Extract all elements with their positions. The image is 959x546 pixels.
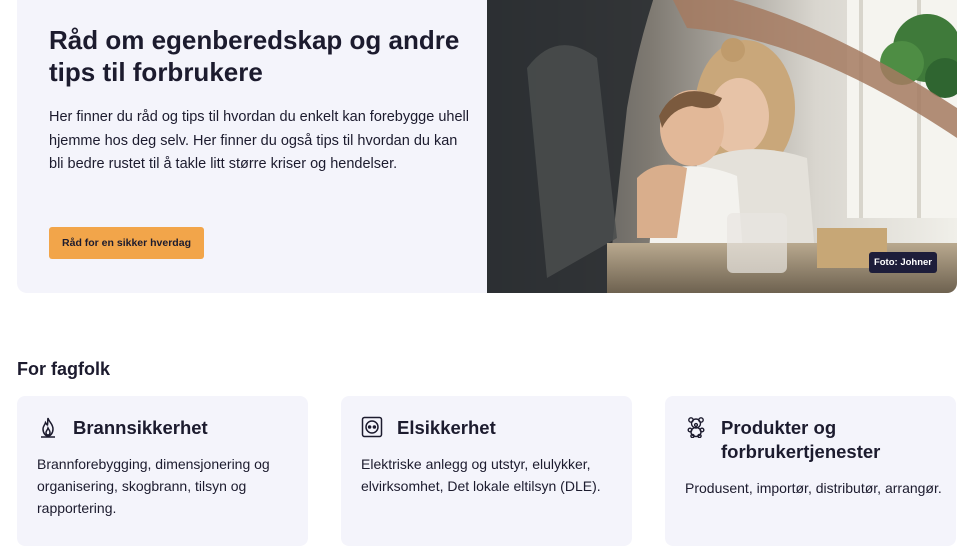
card-description: Produsent, importør, distributør, arrang… [685,480,942,496]
card-header: Brannsikkerhet [37,416,208,440]
hero-text: Råd om egenberedskap og andre tips til f… [49,24,469,177]
card-header: Elsikkerhet [361,416,496,440]
card-electrical-safety[interactable]: Elsikkerhet Elektriske anlegg og utstyr,… [341,396,632,546]
hero-photo: Foto: Johner [487,0,957,293]
card-title: Elsikkerhet [397,417,496,438]
card-products-consumer-services[interactable]: Produkter og forbrukertjenester Produsen… [665,396,956,546]
family-photo-illustration [487,0,957,293]
card-title: Produkter og forbrukertjenester [721,417,881,462]
photo-credit-badge: Foto: Johner [868,252,937,273]
hero-description: Her finner du råd og tips til hvordan du… [49,109,469,172]
hero-title: Råd om egenberedskap og andre tips til f… [49,25,460,87]
section-title: For fagfolk [17,359,110,379]
card-fire-safety[interactable]: Brannsikkerhet Brannforebygging, dimensj… [17,396,308,546]
card-title: Brannsikkerhet [73,417,208,438]
hero-panel: Råd om egenberedskap og andre tips til f… [17,0,957,293]
teddy-bear-icon [685,416,707,439]
card-header: Produkter og forbrukertjenester [685,416,911,464]
power-outlet-icon [361,416,383,438]
card-description: Elektriske anlegg og utstyr, elulykker, … [361,456,601,494]
safe-everyday-button[interactable]: Råd for en sikker hverdag [49,227,204,259]
flame-icon [37,416,59,438]
card-description: Brannforebygging, dimensjonering og orga… [37,456,270,516]
